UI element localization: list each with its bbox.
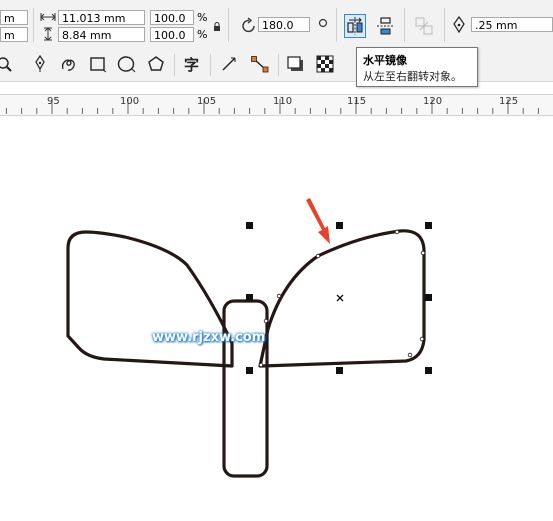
relative-position-icon[interactable] [414, 16, 434, 39]
drop-shadow-tool-icon[interactable] [286, 54, 306, 74]
mirror-horizontal-icon [347, 17, 363, 35]
watermark: www.rjzxw.com [152, 330, 266, 345]
ruler-label: 120 [423, 96, 443, 107]
degree-icon [318, 18, 328, 31]
path-nodes [258, 229, 426, 368]
ruler-label: 100 [120, 96, 140, 107]
height-field[interactable]: 8.84 mm [58, 27, 145, 42]
scale-y-field[interactable]: 100.0 [150, 27, 194, 42]
freehand-tool-icon[interactable] [30, 54, 50, 74]
drawing-canvas[interactable] [0, 115, 553, 521]
separator [174, 54, 175, 76]
left-wing-shape [66, 230, 234, 368]
separator [33, 8, 34, 42]
width-icon [40, 11, 56, 26]
zoom-tool-icon[interactable] [0, 54, 14, 74]
x-position-field[interactable]: m [0, 10, 28, 25]
separator [404, 8, 405, 42]
ellipse-tool-icon[interactable] [117, 54, 137, 74]
ruler-label: 115 [347, 96, 367, 107]
rectangle-tool-icon[interactable] [88, 54, 108, 74]
tooltip-title: 水平镜像 [363, 54, 407, 67]
transparency-tool-icon[interactable] [315, 54, 335, 74]
separator [278, 54, 279, 76]
outline-width-select[interactable]: .25 mm [471, 17, 553, 32]
ruler-label: 105 [197, 96, 217, 107]
percent-label-y: % [197, 28, 208, 41]
horizontal-ruler[interactable]: 95 100 105 110 115 120 125 [0, 94, 553, 116]
mirror-horizontal-button[interactable] [344, 14, 366, 38]
dimension-tool-icon[interactable] [220, 54, 240, 74]
svg-text:字: 字 [184, 56, 199, 73]
right-wing-shape [258, 229, 426, 368]
connector-tool-icon[interactable] [250, 54, 270, 74]
tooltip-description: 从左至右翻转对象。 [363, 70, 462, 83]
property-bar: m m 11.013 mm 8.84 mm 100.0 100.0 % % 18… [0, 0, 553, 48]
center-mark-icon [336, 294, 344, 302]
tooltip: 水平镜像 从左至右翻转对象。 [356, 47, 478, 87]
arrow-to-shape [306, 198, 330, 244]
width-field[interactable]: 11.013 mm [58, 10, 145, 25]
selection-handles [246, 222, 432, 374]
mirror-vertical-icon[interactable] [375, 16, 395, 39]
separator [444, 8, 445, 42]
height-icon [42, 27, 54, 44]
ruler-label: 95 [47, 96, 60, 107]
ruler-label: 125 [499, 96, 519, 107]
separator [210, 54, 211, 76]
body-shape [222, 299, 269, 478]
percent-label-x: % [197, 11, 208, 24]
rotation-field[interactable]: 180.0 [258, 17, 310, 32]
pen-outline-icon [452, 15, 466, 37]
separator [336, 8, 337, 42]
polygon-tool-icon[interactable] [146, 54, 166, 74]
text-tool-icon[interactable]: 字 [182, 54, 202, 74]
ruler-label: 110 [273, 96, 293, 107]
lock-ratio-icon[interactable] [213, 22, 221, 35]
rotation-icon [240, 17, 258, 38]
y-position-field[interactable]: m [0, 27, 28, 42]
separator [228, 8, 229, 42]
artistic-media-tool-icon[interactable] [58, 54, 78, 74]
scale-x-field[interactable]: 100.0 [150, 10, 194, 25]
